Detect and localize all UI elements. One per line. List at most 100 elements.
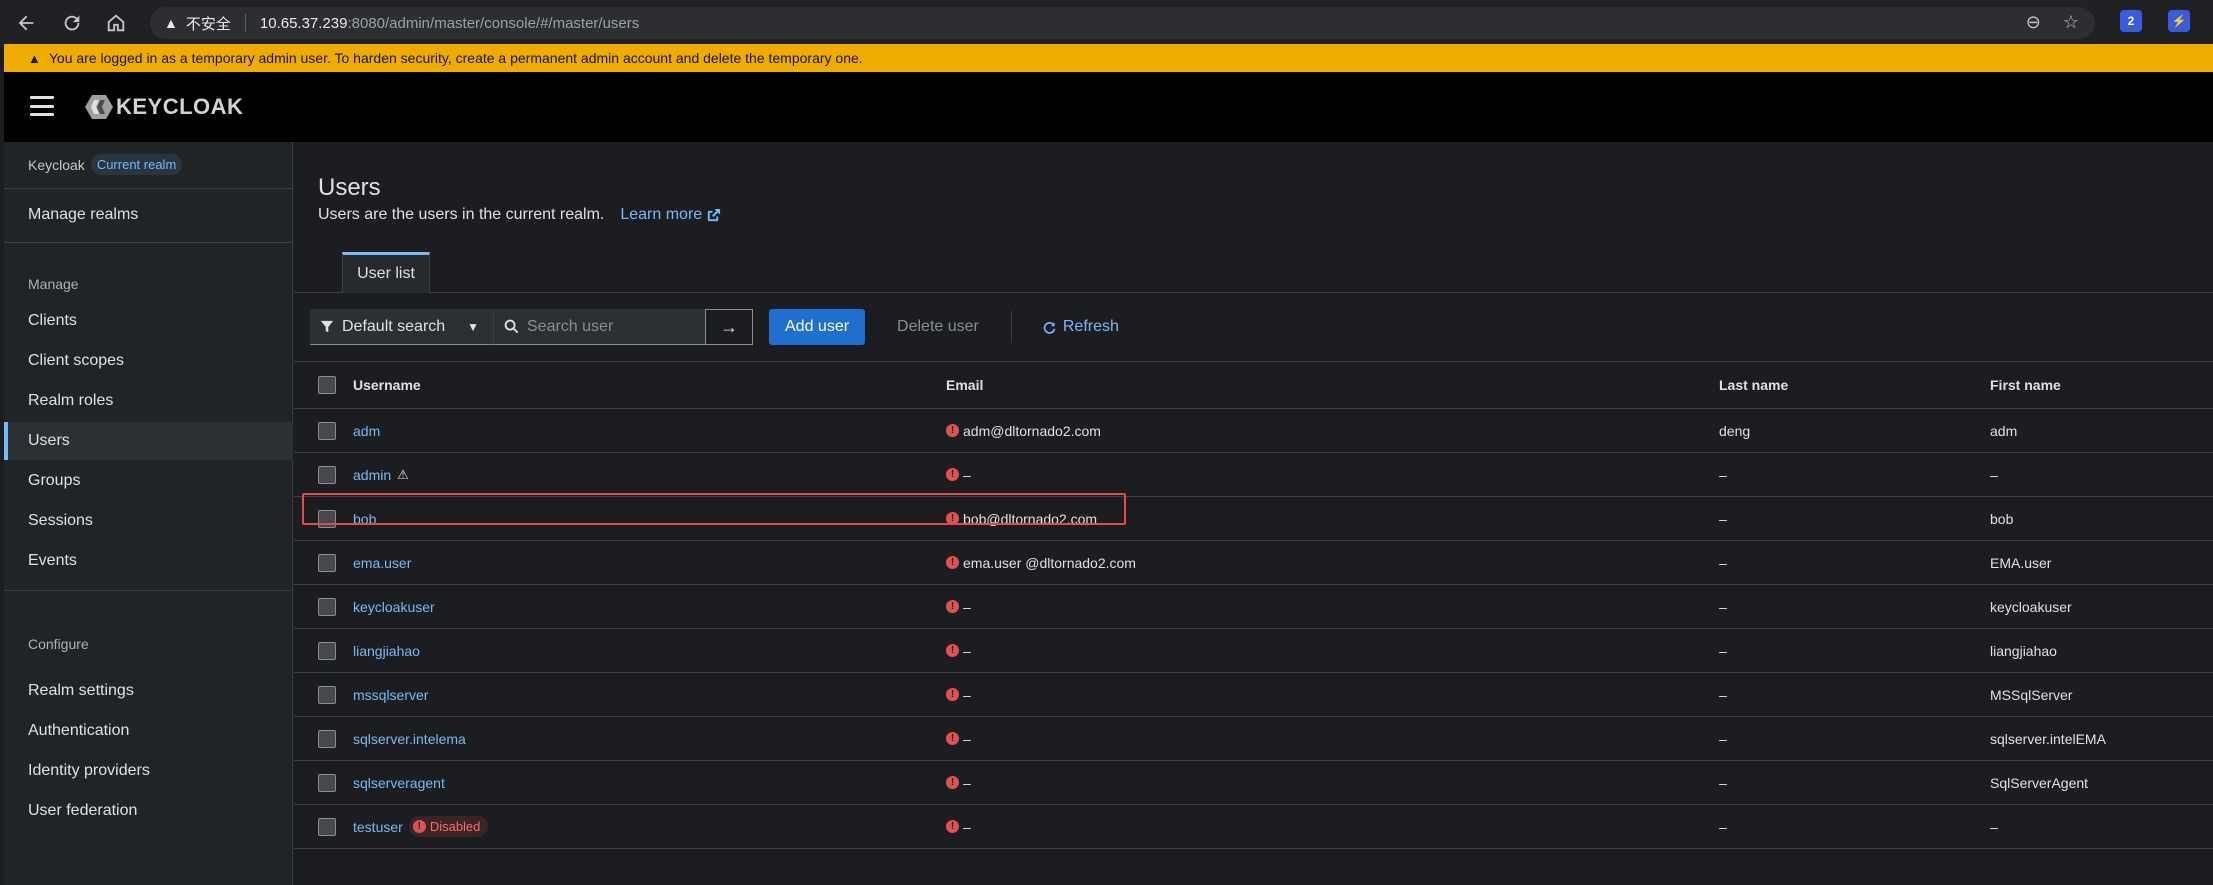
keycloak-logo[interactable]: KEYCLOAK bbox=[84, 92, 243, 122]
username-link[interactable]: testuser bbox=[353, 819, 403, 835]
email-not-verified-icon: ! bbox=[946, 556, 959, 569]
username-link[interactable]: mssqlserver bbox=[353, 687, 428, 703]
add-user-button[interactable]: Add user bbox=[769, 309, 866, 345]
last-name-cell: – bbox=[1719, 686, 1727, 703]
last-name-cell: – bbox=[1719, 818, 1727, 835]
email-cell: adm@dltornado2.com bbox=[963, 422, 1101, 439]
sidebar-item-users[interactable]: Users bbox=[4, 422, 293, 460]
first-name-cell: SqlServerAgent bbox=[1990, 774, 2089, 791]
last-name-cell: deng bbox=[1719, 422, 1751, 439]
users-table: Username Email Last name First name adm!… bbox=[294, 361, 2213, 849]
row-checkbox[interactable] bbox=[318, 597, 336, 616]
username-link[interactable]: admin bbox=[353, 467, 391, 483]
tab-user-list[interactable]: User list bbox=[342, 252, 430, 293]
warning-icon: ▲ bbox=[28, 50, 41, 66]
temporary-admin-banner: ▲ You are logged in as a temporary admin… bbox=[4, 44, 2213, 72]
row-checkbox[interactable] bbox=[318, 465, 336, 484]
row-checkbox[interactable] bbox=[318, 773, 336, 792]
sidebar-item-groups[interactable]: Groups bbox=[4, 462, 293, 500]
last-name-cell: – bbox=[1719, 642, 1727, 659]
username-link[interactable]: keycloakuser bbox=[353, 599, 435, 615]
arrow-right-icon: → bbox=[720, 316, 738, 337]
realm-name: Keycloak bbox=[28, 156, 85, 173]
reader-icon[interactable]: ⊖ bbox=[2026, 12, 2041, 33]
search-type-dropdown[interactable]: Default search ▼ bbox=[310, 309, 493, 345]
column-header-username[interactable]: Username bbox=[353, 362, 421, 408]
tab-bar bbox=[294, 292, 2213, 293]
sidebar-item-clients[interactable]: Clients bbox=[4, 302, 293, 340]
sidebar-item-realm-settings[interactable]: Realm settings bbox=[4, 672, 293, 710]
refresh-button[interactable]: Refresh bbox=[1028, 309, 1133, 345]
table-row: admin ⚠! – – – bbox=[294, 453, 2213, 497]
username-link[interactable]: bob bbox=[353, 511, 376, 527]
email-not-verified-icon: ! bbox=[946, 644, 959, 657]
masthead: KEYCLOAK bbox=[4, 72, 2213, 142]
row-checkbox[interactable] bbox=[318, 685, 336, 704]
sidebar-divider bbox=[4, 242, 293, 243]
sidebar-item-events[interactable]: Events bbox=[4, 542, 293, 580]
column-header-first-name[interactable]: First name bbox=[1990, 362, 2061, 408]
row-checkbox[interactable] bbox=[318, 729, 336, 748]
delete-user-button[interactable]: Delete user bbox=[881, 309, 995, 345]
first-name-cell: MSSqlServer bbox=[1990, 686, 2073, 703]
search-type-label: Default search bbox=[342, 317, 446, 335]
first-name-cell: sqlserver.intelEMA bbox=[1990, 730, 2106, 747]
sidebar-item-realm-roles[interactable]: Realm roles bbox=[4, 382, 293, 420]
row-checkbox[interactable] bbox=[318, 421, 336, 440]
sidebar-item-sessions[interactable]: Sessions bbox=[4, 502, 293, 540]
username-link[interactable]: adm bbox=[353, 423, 380, 439]
warning-icon: ⚠ bbox=[397, 466, 409, 482]
url-path: :8080/admin/master/console/#/master/user… bbox=[347, 14, 640, 32]
table-row: ema.user! ema.user @dltornado2.com – EMA.us… bbox=[294, 541, 2213, 585]
sidebar-item-client-scopes[interactable]: Client scopes bbox=[4, 342, 293, 380]
row-checkbox[interactable] bbox=[318, 817, 336, 836]
email-not-verified-icon: ! bbox=[946, 776, 959, 789]
table-row: sqlserver.intelema! – – sqlserver.intelEMA bbox=[294, 717, 2213, 761]
sidebar-group-configure: Configure bbox=[28, 636, 89, 652]
keycloak-logo-icon bbox=[85, 95, 113, 119]
last-name-cell: – bbox=[1719, 466, 1727, 483]
sidebar-item-user-federation[interactable]: User federation bbox=[4, 792, 293, 830]
select-all-checkbox[interactable] bbox=[318, 376, 336, 394]
username-link[interactable]: ema.user bbox=[353, 555, 411, 571]
address-bar[interactable]: ▲ 不安全 10.65.37.239 :8080/admin/master/co… bbox=[150, 7, 2095, 39]
email-cell: – bbox=[963, 818, 971, 835]
sidebar-item-authentication[interactable]: Authentication bbox=[4, 712, 293, 750]
back-icon[interactable] bbox=[6, 3, 46, 43]
reload-icon[interactable] bbox=[52, 3, 92, 43]
extension-icon[interactable]: 2 bbox=[2120, 10, 2142, 32]
banner-text: You are logged in as a temporary admin u… bbox=[48, 50, 863, 66]
username-link[interactable]: sqlserveragent bbox=[353, 775, 445, 791]
table-row: keycloakuser! – – keycloakuser bbox=[294, 585, 2213, 629]
email-cell: – bbox=[963, 686, 971, 703]
email-cell: – bbox=[963, 642, 971, 659]
toolbar: Default search ▼ → Add user Delete user … bbox=[310, 309, 1133, 345]
email-not-verified-icon: ! bbox=[946, 820, 959, 833]
last-name-cell: – bbox=[1719, 554, 1727, 571]
username-link[interactable]: liangjiahao bbox=[353, 643, 420, 659]
search-submit-button[interactable]: → bbox=[705, 309, 753, 345]
sidebar-item-manage-realms[interactable]: Manage realms bbox=[4, 196, 293, 234]
first-name-cell: – bbox=[1990, 818, 1998, 835]
search-box bbox=[493, 309, 705, 345]
column-header-last-name[interactable]: Last name bbox=[1719, 362, 1788, 408]
row-checkbox[interactable] bbox=[318, 509, 336, 528]
bookmark-star-icon[interactable]: ☆ bbox=[2063, 12, 2079, 33]
realm-selector[interactable]: Keycloak Current realm bbox=[28, 154, 183, 175]
hamburger-menu-icon[interactable] bbox=[30, 96, 54, 116]
url-host: 10.65.37.239 bbox=[259, 14, 348, 32]
sidebar-item-identity-providers[interactable]: Identity providers bbox=[4, 752, 293, 790]
search-user-input[interactable] bbox=[527, 317, 697, 336]
table-row: testuser! Disabled! – – – bbox=[294, 805, 2213, 849]
row-checkbox[interactable] bbox=[318, 553, 336, 572]
learn-more-link[interactable]: Learn more bbox=[620, 206, 721, 224]
home-icon[interactable] bbox=[96, 3, 136, 43]
email-cell: – bbox=[963, 466, 971, 483]
last-name-cell: – bbox=[1719, 510, 1727, 527]
username-link[interactable]: sqlserver.intelema bbox=[353, 731, 466, 747]
extension-bolt-icon[interactable]: ⚡ bbox=[2168, 10, 2190, 32]
row-checkbox[interactable] bbox=[318, 641, 336, 660]
logo-text: KEYCLOAK bbox=[116, 94, 244, 119]
column-header-email[interactable]: Email bbox=[946, 362, 983, 408]
email-not-verified-icon: ! bbox=[946, 688, 959, 701]
